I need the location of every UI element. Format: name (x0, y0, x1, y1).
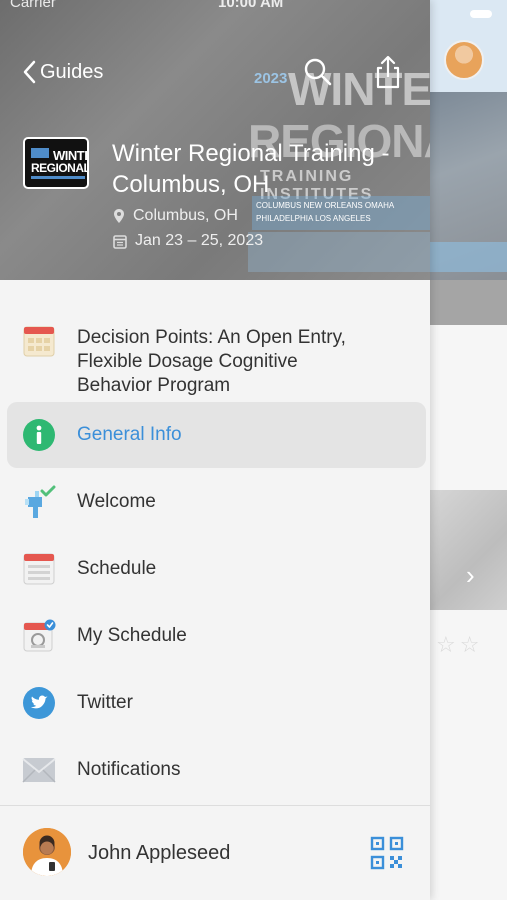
background-battery-pill (470, 10, 492, 18)
menu-item-schedule[interactable]: Schedule (7, 536, 426, 602)
back-label: Guides (40, 60, 104, 83)
clock: 10:00 AM (218, 0, 284, 11)
envelope-icon (22, 753, 56, 787)
calendar-icon (113, 234, 127, 249)
menu-item-label: Welcome (77, 491, 156, 512)
event-logo: WINTER REGIONAL (23, 137, 89, 189)
event-location: Columbus, OH (113, 207, 238, 225)
search-icon (304, 58, 332, 86)
info-icon (22, 418, 56, 452)
chevron-right-icon[interactable]: › (466, 560, 475, 591)
calendar-grid-icon (22, 324, 56, 358)
side-drawer: 2023 WINTER REGIONAL TRAINING INSTITUTES… (0, 0, 430, 900)
location-pin-icon (113, 208, 125, 224)
schedule-list-icon (22, 552, 56, 586)
background-avatar (444, 40, 484, 80)
event-title: Winter Regional Training - Columbus, OH (112, 140, 390, 198)
share-icon (376, 55, 400, 89)
qr-code-icon (370, 836, 404, 870)
menu-item-label: Twitter (77, 692, 133, 713)
menu-item-my-schedule[interactable]: My Schedule (7, 603, 426, 669)
avatar[interactable] (23, 828, 71, 876)
event-header: 2023 WINTER REGIONAL TRAINING INSTITUTES… (0, 0, 430, 280)
share-button[interactable] (373, 55, 403, 89)
location-text: Columbus, OH (133, 207, 238, 224)
status-bar: Carrier 10:00 AM (0, 0, 430, 14)
logo-underline (31, 176, 85, 179)
menu-item-general-info[interactable]: General Info (7, 402, 426, 468)
menu-item-label: Decision Points: An Open Entry, Flexible… (77, 327, 346, 396)
menu-item-label: General Info (77, 424, 182, 445)
carrier-label: Carrier (10, 0, 56, 11)
event-dates: Jan 23 – 25, 2023 (113, 232, 263, 250)
star-rating-icon: ☆☆ (436, 632, 484, 657)
chevron-left-icon (23, 60, 36, 84)
logo-line-2: REGIONAL (31, 161, 89, 175)
search-button[interactable] (303, 57, 333, 87)
background-banner-lower (430, 280, 507, 325)
qr-code-button[interactable] (370, 836, 404, 870)
background-photo[interactable] (430, 490, 507, 610)
drawer-footer: John Appleseed (0, 806, 430, 900)
welcome-icon (22, 485, 56, 519)
dates-text: Jan 23 – 25, 2023 (135, 232, 264, 249)
menu-item-label: Schedule (77, 558, 157, 579)
my-schedule-icon (22, 619, 56, 653)
menu-item-notifications[interactable]: Notifications (7, 737, 426, 803)
menu-item-label: Notifications (77, 759, 181, 780)
menu-item-decision-points[interactable]: Decision Points: An Open Entry, Flexible… (7, 310, 426, 400)
menu-item-label: My Schedule (77, 625, 187, 646)
background-banner (430, 92, 507, 280)
menu-item-welcome[interactable]: Welcome (7, 469, 426, 535)
logo-mark (31, 148, 49, 158)
nav-bar: Guides (0, 55, 430, 89)
hero-cities: COLUMBUS NEW ORLEANS OMAHA PHILADELPHIA … (252, 196, 430, 230)
user-name[interactable]: John Appleseed (88, 842, 230, 865)
menu-item-twitter[interactable]: Twitter (7, 670, 426, 736)
twitter-icon (22, 686, 56, 720)
background-banner-strip (430, 242, 507, 272)
hero-band (248, 232, 430, 272)
back-button[interactable]: Guides (22, 57, 103, 87)
screen: › ☆☆ 2023 WINTER REGIONAL TRAINING INSTI… (0, 0, 507, 900)
